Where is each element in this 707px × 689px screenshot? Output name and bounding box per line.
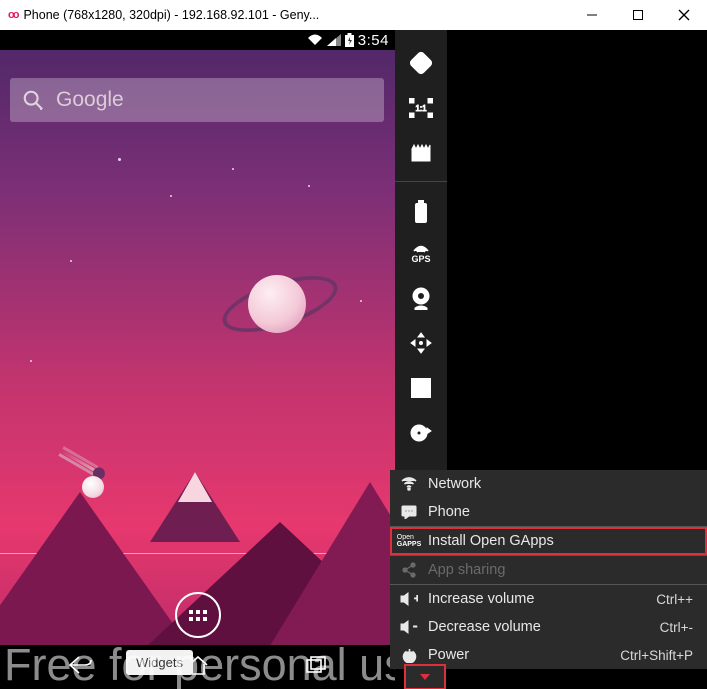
genymotion-icon: oo [8,9,17,21]
android-status-bar: 3:54 [0,30,395,50]
watermark-text: Free for personal use [4,639,395,689]
planet [248,275,306,333]
close-button[interactable] [661,0,707,30]
overflow-menu: Network Phone OpenGAPPS Install Open GAp… [390,470,707,669]
status-clock: 3:54 [358,32,389,49]
search-placeholder: Google [56,88,124,112]
rotate-button[interactable] [395,42,447,84]
phone-sms-icon [400,505,418,519]
menu-collapse-button[interactable] [405,665,445,689]
app-drawer-button[interactable] [175,592,221,638]
gps-label: GPS [411,254,430,264]
menu-item-network[interactable]: Network [390,470,707,498]
wifi-icon [307,34,323,46]
phone-screen: 3:54 Google [0,30,395,689]
volume-up-icon: + [400,592,418,606]
svg-text:1:1: 1:1 [415,104,427,113]
svg-text:ID: ID [416,384,427,396]
menu-item-volume-down[interactable]: - Decrease volume Ctrl+- [390,613,707,641]
menu-label: Network [428,476,697,492]
menu-item-phone[interactable]: Phone [390,498,707,526]
menu-label: Power [428,647,610,663]
gapps-icon: OpenGAPPS [400,534,418,548]
maximize-button[interactable] [615,0,661,30]
google-search-bar[interactable]: Google [10,78,384,122]
network-icon [400,477,418,491]
gps-button[interactable]: GPS [395,232,447,274]
menu-label: Install Open GApps [428,533,697,549]
search-icon [22,89,44,111]
right-pane [447,30,707,470]
svg-text:-: - [413,620,417,633]
comet [59,446,107,480]
menu-label: App sharing [428,562,697,578]
battery-status-icon [345,33,354,47]
menu-shortcut: Ctrl+Shift+P [620,648,697,663]
battery-button[interactable] [395,181,447,229]
move-button[interactable] [395,322,447,364]
menu-label: Decrease volume [428,619,650,635]
home-wallpaper[interactable]: Google [0,50,395,662]
minimize-button[interactable] [569,0,615,30]
genymotion-toolbar: 1:1 GPS ID [395,30,447,470]
menu-item-app-sharing: App sharing [390,556,707,584]
menu-item-install-gapps[interactable]: OpenGAPPS Install Open GApps [390,527,707,555]
menu-item-volume-up[interactable]: + Increase volume Ctrl++ [390,585,707,613]
webcam-button[interactable] [395,277,447,319]
identifier-button[interactable]: ID [395,367,447,409]
screencast-button[interactable] [395,132,447,174]
signal-icon [327,34,341,46]
disk-io-button[interactable] [395,412,447,454]
menu-shortcut: Ctrl++ [656,592,697,607]
svg-text:+: + [414,593,418,605]
menu-shortcut: Ctrl+- [660,620,697,635]
volume-down-icon: - [400,620,418,634]
pixel-ratio-button[interactable]: 1:1 [395,87,447,129]
window-titlebar: oo Phone (768x1280, 320dpi) - 192.168.92… [0,0,707,30]
window-title: Phone (768x1280, 320dpi) - 192.168.92.10… [23,8,319,22]
power-icon [400,648,418,663]
menu-label: Phone [428,504,697,520]
share-icon [400,562,418,578]
menu-label: Increase volume [428,591,646,607]
